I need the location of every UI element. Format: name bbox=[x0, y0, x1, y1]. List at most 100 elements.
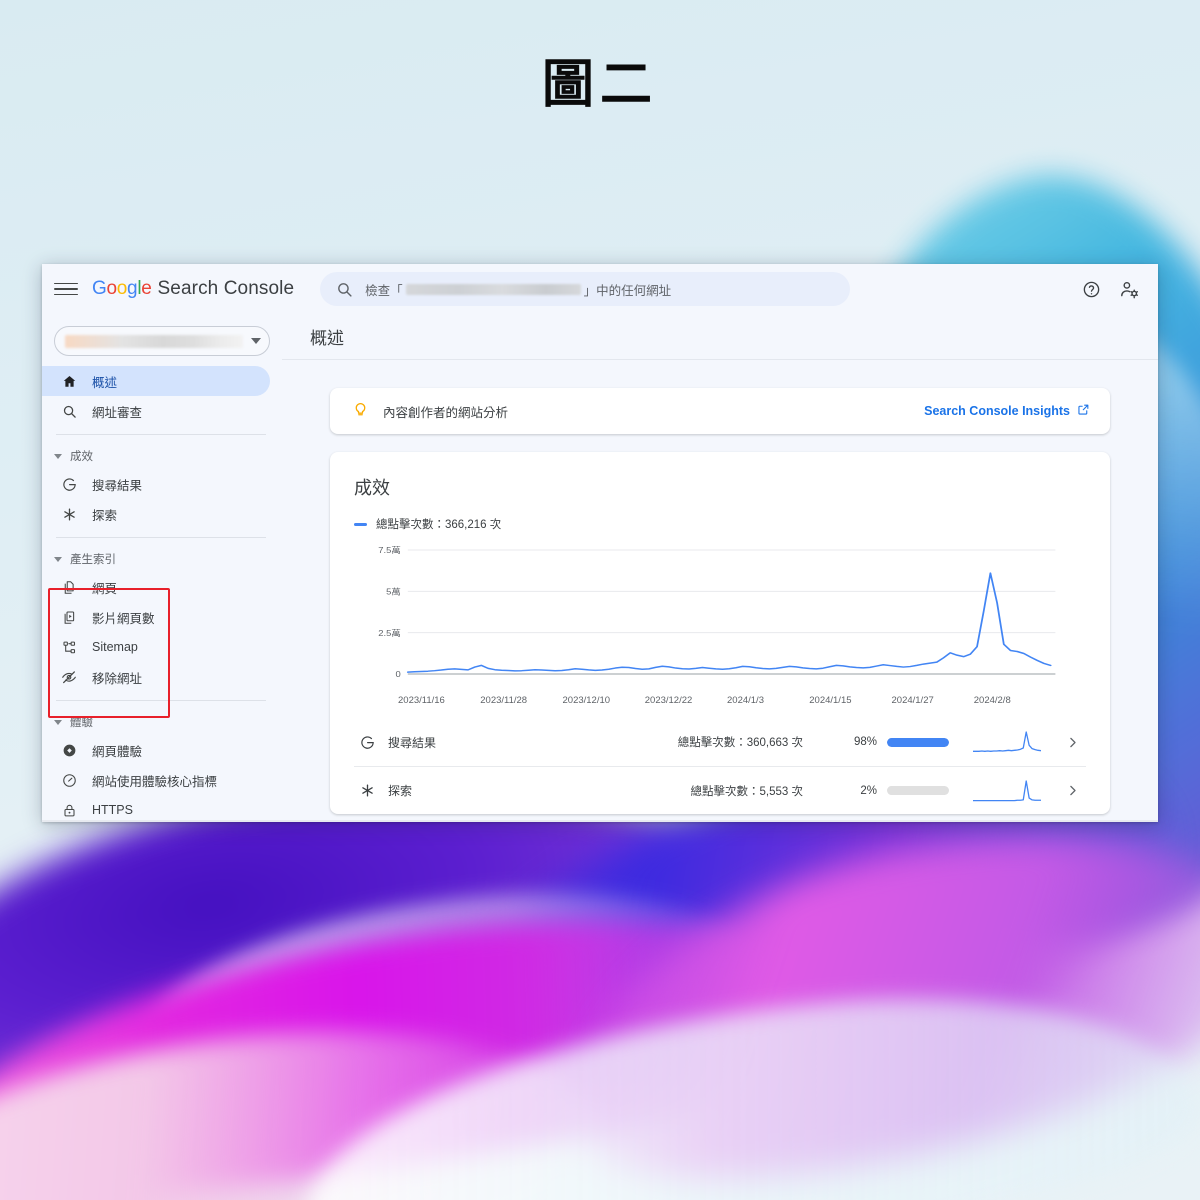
chart-x-axis-labels: 2023/11/162023/11/282023/12/102023/12/22… bbox=[398, 695, 1086, 706]
breakdown-percent-search-results: 98% bbox=[831, 736, 877, 748]
content-scroll-area: 內容創作者的網站分析 Search Console Insights bbox=[282, 360, 1158, 822]
breakdown-sparkline-search-results bbox=[973, 729, 1041, 755]
sidebar-item-search-results-label: 搜尋結果 bbox=[92, 475, 142, 494]
performance-legend[interactable]: 總點擊次數：366,216 次 bbox=[354, 516, 1086, 532]
sidebar-group-experience[interactable]: 體驗 bbox=[42, 709, 282, 735]
google-letter-e: e bbox=[141, 278, 151, 299]
sidebar-item-overview-label: 概述 bbox=[92, 372, 117, 391]
google-letter-g1: G bbox=[92, 278, 106, 299]
account-settings-icon[interactable] bbox=[1119, 279, 1140, 300]
sidebar-group-performance-label: 成效 bbox=[70, 448, 93, 464]
performance-card: 成效 總點擊次數：366,216 次 7.5萬5萬2.5萬0 bbox=[330, 452, 1110, 814]
chart-x-tick: 2024/1/27 bbox=[892, 695, 974, 706]
sidebar-item-removals[interactable]: 移除網址 bbox=[42, 662, 270, 692]
sidebar-item-removals-label: 移除網址 bbox=[92, 668, 142, 687]
search-console-window: Google Search Console 檢查「 」中的任何網址 bbox=[42, 264, 1158, 822]
eye-off-icon bbox=[60, 669, 78, 685]
search-console-insights-link[interactable]: Search Console Insights bbox=[924, 403, 1090, 419]
discover-asterisk-icon bbox=[60, 507, 78, 522]
legend-label-total-clicks: 總點擊次數：366,216 次 bbox=[376, 516, 501, 532]
sidebar-group-indexing[interactable]: 產生索引 bbox=[42, 546, 282, 572]
url-inspection-search-input[interactable]: 檢查「 」中的任何網址 bbox=[320, 272, 850, 306]
search-placeholder: 檢查「 」中的任何網址 bbox=[365, 280, 671, 299]
sidebar-item-video-pages[interactable]: 影片網頁數 bbox=[42, 602, 270, 632]
chevron-right-icon[interactable] bbox=[1065, 735, 1080, 750]
breakdown-row-search-results[interactable]: 搜尋結果 總點擊次數：360,663 次 98% bbox=[354, 718, 1086, 766]
sidebar-item-overview[interactable]: 概述 bbox=[42, 366, 270, 396]
sidebar-item-discover[interactable]: 探索 bbox=[42, 499, 270, 529]
search-console-insights-card[interactable]: 內容創作者的網站分析 Search Console Insights bbox=[330, 388, 1110, 434]
top-bar-actions bbox=[1082, 279, 1140, 300]
sidebar-item-sitemap-label: Sitemap bbox=[92, 640, 138, 654]
redacted-property-name bbox=[65, 335, 243, 348]
wallpaper-wave-magenta bbox=[0, 876, 910, 1200]
hamburger-menu-icon[interactable] bbox=[54, 277, 78, 301]
chevron-down-icon bbox=[54, 720, 62, 725]
wallpaper-wave-lavender bbox=[133, 868, 767, 1102]
google-g-icon bbox=[354, 735, 380, 750]
breakdown-clicks-discover: 總點擊次數：5,553 次 bbox=[691, 783, 803, 799]
sidebar-item-discover-label: 探索 bbox=[92, 505, 117, 524]
google-g-icon bbox=[60, 477, 78, 492]
product-name: Search Console bbox=[158, 278, 295, 300]
search-icon bbox=[336, 281, 353, 298]
wallpaper-wave-pink bbox=[0, 1001, 609, 1200]
sidebar-item-pages-label: 網頁 bbox=[92, 578, 117, 597]
lightbulb-icon bbox=[352, 400, 369, 422]
breakdown-percent-discover: 2% bbox=[831, 785, 877, 797]
home-icon bbox=[60, 374, 78, 389]
google-letter-o2: o bbox=[117, 278, 127, 299]
sidebar-item-url-inspection[interactable]: 網址審查 bbox=[42, 396, 270, 426]
chart-x-tick: 2024/1/15 bbox=[809, 695, 891, 706]
window-bottom-edge bbox=[42, 820, 1158, 822]
performance-breakdown-list: 搜尋結果 總點擊次數：360,663 次 98% bbox=[354, 718, 1086, 814]
google-letter-o1: o bbox=[106, 278, 116, 299]
chevron-down-icon bbox=[251, 338, 261, 344]
google-wordmark: Google bbox=[92, 278, 152, 300]
sidebar-item-page-experience[interactable]: 網頁體驗 bbox=[42, 735, 270, 765]
sidebar-item-https[interactable]: HTTPS bbox=[42, 795, 270, 822]
svg-text:7.5萬: 7.5萬 bbox=[378, 545, 401, 555]
page-title: 概述 bbox=[310, 324, 344, 349]
breakdown-bar-discover bbox=[887, 786, 949, 795]
performance-title: 成效 bbox=[354, 474, 1086, 500]
sidebar-divider-3 bbox=[56, 700, 266, 701]
sidebar-item-search-results[interactable]: 搜尋結果 bbox=[42, 469, 270, 499]
help-circle-icon[interactable] bbox=[1082, 280, 1101, 299]
wallpaper-wave-white bbox=[292, 971, 1200, 1200]
sidebar-group-performance[interactable]: 成效 bbox=[42, 443, 282, 469]
lock-icon bbox=[60, 803, 78, 818]
page-experience-icon bbox=[60, 743, 78, 758]
sidebar-item-pages[interactable]: 網頁 bbox=[42, 572, 270, 602]
app-brand[interactable]: Google Search Console bbox=[92, 278, 294, 300]
chart-x-tick: 2024/1/3 bbox=[727, 695, 809, 706]
svg-text:2.5萬: 2.5萬 bbox=[378, 628, 401, 638]
chart-y-axis-labels: 7.5萬5萬2.5萬0 bbox=[378, 545, 401, 679]
figure-caption: 圖二 bbox=[0, 42, 1200, 117]
chevron-right-icon[interactable] bbox=[1065, 783, 1080, 798]
sidebar-item-core-web-vitals[interactable]: 網站使用體驗核心指標 bbox=[42, 765, 270, 795]
breakdown-label-discover: 探索 bbox=[388, 782, 412, 799]
sidebar-item-video-pages-label: 影片網頁數 bbox=[92, 608, 155, 627]
sidebar-divider-1 bbox=[56, 434, 266, 435]
sidebar-item-url-inspection-label: 網址審查 bbox=[92, 402, 142, 421]
sidebar-group-experience-label: 體驗 bbox=[70, 714, 93, 730]
svg-text:0: 0 bbox=[396, 670, 401, 679]
chart-x-tick: 2023/11/16 bbox=[398, 695, 480, 706]
property-selector[interactable] bbox=[54, 326, 270, 356]
breakdown-row-discover[interactable]: 探索 總點擊次數：5,553 次 2% bbox=[354, 766, 1086, 814]
redacted-property-url bbox=[406, 284, 581, 295]
breakdown-clicks-search-results: 總點擊次數：360,663 次 bbox=[678, 734, 803, 750]
sidebar-group-indexing-label: 產生索引 bbox=[70, 551, 116, 567]
sidebar: 概述 網址審查 成效 bbox=[42, 314, 282, 822]
app-body: 概述 網址審查 成效 bbox=[42, 314, 1158, 822]
performance-chart[interactable]: 7.5萬5萬2.5萬0 bbox=[356, 542, 1086, 690]
search-placeholder-prefix: 檢查「 bbox=[365, 280, 403, 299]
breakdown-label-search-results: 搜尋結果 bbox=[388, 734, 436, 751]
sidebar-item-sitemap[interactable]: Sitemap bbox=[42, 632, 270, 662]
core-web-vitals-gauge-icon bbox=[60, 773, 78, 788]
google-letter-g2: g bbox=[127, 278, 137, 299]
page-root: 圖二 Google Search Console 檢查「 bbox=[0, 0, 1200, 1200]
chart-x-tick: 2023/11/28 bbox=[480, 695, 562, 706]
chevron-down-icon bbox=[54, 557, 62, 562]
